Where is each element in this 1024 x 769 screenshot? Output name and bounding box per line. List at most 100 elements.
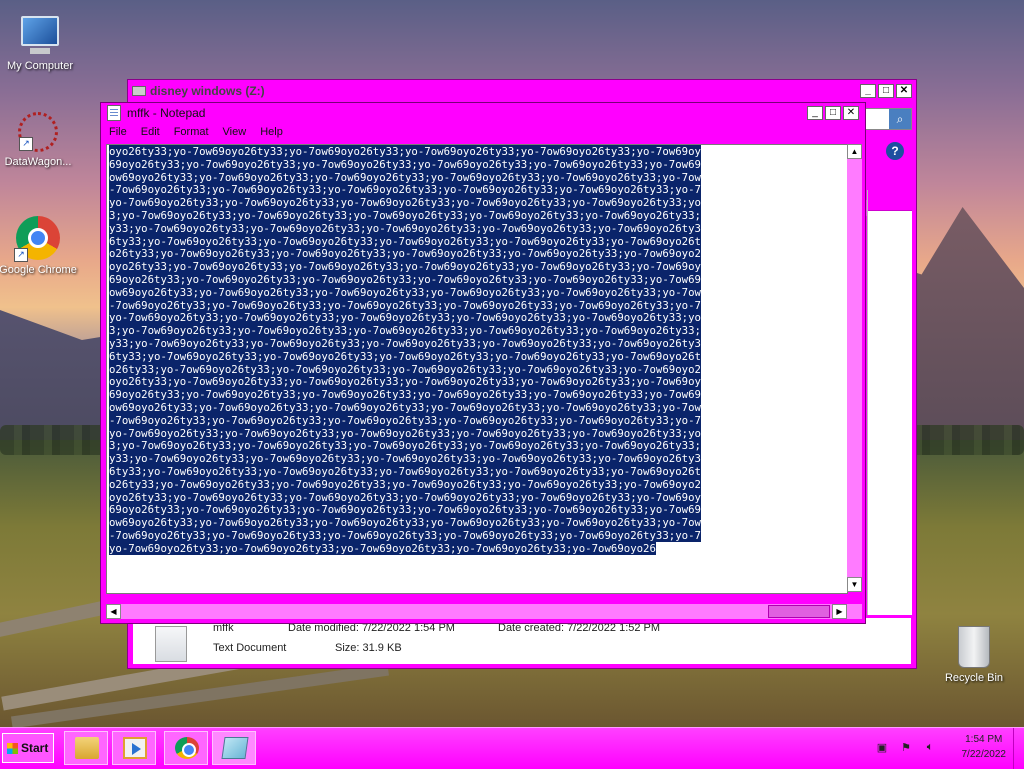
menu-help[interactable]: Help [260,126,283,138]
desktop-icon-my-computer[interactable]: My Computer [0,8,80,72]
volume-icon[interactable]: 🔈︎ [922,741,938,755]
editor-line: -7ow69oyo26ty33;yo-7ow69oyo26ty33;yo-7ow… [109,298,701,312]
datawagon-icon: ↗ [18,112,58,152]
editor-line: oyo26ty33;yo-7ow69oyo26ty33;yo-7ow69oyo2… [109,260,701,274]
details-size: Size: 31.9 KB [335,642,402,654]
desktop-icon-recycle-bin[interactable]: Recycle Bin [934,626,1014,684]
media-player-icon [123,737,147,759]
editor-line: oyo26ty33;yo-7ow69oyo26ty33;yo-7ow69oyo2… [109,375,701,389]
desktop-icon-label: My Computer [6,60,74,72]
notepad-icon [221,737,249,759]
show-desktop-button[interactable] [1013,728,1024,769]
size-grip[interactable] [847,604,862,619]
explorer-search-input[interactable]: ⌕ [864,108,912,130]
explorer-title: disney windows (Z:) [150,84,265,98]
folder-icon [75,737,99,759]
editor-line: y33;yo-7ow69oyo26ty33;yo-7ow69oyo26ty33;… [109,221,701,235]
desktop-icon-label: Recycle Bin [944,672,1004,684]
menu-edit[interactable]: Edit [141,126,160,138]
editor-line: o26ty33;yo-7ow69oyo26ty33;yo-7ow69oyo26t… [109,477,701,491]
start-button[interactable]: Start [2,733,54,763]
text-editor[interactable]: oyo26ty33;yo-7ow69oyo26ty33;yo-7ow69oyo2… [106,144,848,594]
taskbar-chrome-button[interactable] [164,731,208,765]
editor-line: ow69oyo26ty33;yo-7ow69oyo26ty33;yo-7ow69… [109,400,701,414]
menubar: File Edit Format View Help [101,123,865,141]
notepad-icon [107,105,121,121]
clock[interactable]: 1:54 PM 7/22/2022 [962,732,1007,762]
scroll-left-button[interactable]: ◀ [106,604,121,619]
desktop-icon-google-chrome[interactable]: ↗ Google Chrome [0,216,78,276]
editor-line: yo-7ow69oyo26ty33;yo-7ow69oyo26ty33;yo-7… [109,541,656,555]
scroll-down-button[interactable]: ▼ [847,577,862,592]
explorer-file-pane[interactable] [867,190,912,615]
editor-line: 69oyo26ty33;yo-7ow69oyo26ty33;yo-7ow69oy… [109,272,701,286]
editor-line: yo-7ow69oyo26ty33;yo-7ow69oyo26ty33;yo-7… [109,196,701,210]
taskbar-explorer-button[interactable] [64,731,108,765]
horizontal-scroll-thumb[interactable] [768,605,830,618]
desktop-icon-label: Google Chrome [0,264,77,276]
taskbar-notepad-button[interactable] [212,731,256,765]
explorer-titlebar[interactable]: disney windows (Z:) _ □ ✕ [128,80,916,102]
editor-line: y33;yo-7ow69oyo26ty33;yo-7ow69oyo26ty33;… [109,452,701,466]
editor-line: 69oyo26ty33;yo-7ow69oyo26ty33;yo-7ow69oy… [109,503,701,517]
action-center-flag-icon[interactable]: ⚑ [898,741,914,755]
editor-line: o26ty33;yo-7ow69oyo26ty33;yo-7ow69oyo26t… [109,362,701,376]
editor-content[interactable]: oyo26ty33;yo-7ow69oyo26ty33;yo-7ow69oyo2… [107,145,847,557]
network-icon[interactable]: ▣ [874,741,890,755]
shortcut-arrow-icon: ↗ [14,248,28,262]
menu-format[interactable]: Format [174,126,209,138]
editor-line: yo-7ow69oyo26ty33;yo-7ow69oyo26ty33;yo-7… [109,426,701,440]
help-icon[interactable]: ? [886,142,904,160]
editor-line: -7ow69oyo26ty33;yo-7ow69oyo26ty33;yo-7ow… [109,183,701,197]
notepad-window[interactable]: mffk - Notepad _ □ ✕ File Edit Format Vi… [100,102,866,624]
clock-date: 7/22/2022 [961,749,1007,760]
editor-line: 3;yo-7ow69oyo26ty33;yo-7ow69oyo26ty33;yo… [109,324,701,338]
editor-line: o26ty33;yo-7ow69oyo26ty33;yo-7ow69oyo26t… [109,247,701,261]
editor-line: ow69oyo26ty33;yo-7ow69oyo26ty33;yo-7ow69… [109,285,701,299]
clock-time: 1:54 PM [965,734,1003,745]
editor-line: ow69oyo26ty33;yo-7ow69oyo26ty33;yo-7ow69… [109,170,701,184]
vertical-scrollbar[interactable]: ▲ ▼ [847,144,862,592]
scroll-right-button[interactable]: ▶ [832,604,847,619]
editor-line: -7ow69oyo26ty33;yo-7ow69oyo26ty33;yo-7ow… [109,413,701,427]
system-tray: ▣ ⚑ 🔈︎ 1:54 PM 7/22/2022 [864,728,1024,769]
editor-line: oyo26ty33;yo-7ow69oyo26ty33;yo-7ow69oyo2… [109,145,701,158]
minimize-button[interactable]: _ [860,84,876,98]
editor-line: 6ty33;yo-7ow69oyo26ty33;yo-7ow69oyo26ty3… [109,234,701,248]
horizontal-scrollbar[interactable]: ◀ ▶ [106,604,847,619]
desktop-icon-datawagon[interactable]: ↗ DataWagon... [0,112,78,168]
monitor-stand [30,48,50,54]
search-icon[interactable]: ⌕ [889,109,911,129]
column-header[interactable] [868,190,912,211]
editor-line: 6ty33;yo-7ow69oyo26ty33;yo-7ow69oyo26ty3… [109,464,701,478]
editor-line: -7ow69oyo26ty33;yo-7ow69oyo26ty33;yo-7ow… [109,528,701,542]
chrome-icon: ↗ [14,216,60,262]
minimize-button[interactable]: _ [807,106,823,120]
editor-line: 69oyo26ty33;yo-7ow69oyo26ty33;yo-7ow69oy… [109,157,701,171]
close-button[interactable]: ✕ [896,84,912,98]
taskbar-media-player-button[interactable] [112,731,156,765]
taskbar: Start ▣ ⚑ 🔈︎ 1:54 PM 7/22/2022 [0,727,1024,769]
recycle-bin-icon [958,626,990,668]
notepad-title: mffk - Notepad [127,106,206,120]
maximize-button[interactable]: □ [878,84,894,98]
editor-line: y33;yo-7ow69oyo26ty33;yo-7ow69oyo26ty33;… [109,336,701,350]
text-document-icon [155,626,187,662]
my-computer-icon [21,16,59,46]
desktop-icon-label: DataWagon... [4,156,72,168]
shortcut-arrow-icon: ↗ [19,137,33,151]
editor-line: 3;yo-7ow69oyo26ty33;yo-7ow69oyo26ty33;yo… [109,208,701,222]
editor-line: 6ty33;yo-7ow69oyo26ty33;yo-7ow69oyo26ty3… [109,349,701,363]
drive-icon [132,86,146,96]
chrome-icon [175,737,199,759]
maximize-button[interactable]: □ [825,106,841,120]
details-pane: mffk Text Document Date modified: 7/22/2… [133,618,911,664]
editor-line: yo-7ow69oyo26ty33;yo-7ow69oyo26ty33;yo-7… [109,311,701,325]
notepad-titlebar[interactable]: mffk - Notepad _ □ ✕ [101,103,865,123]
editor-line: ow69oyo26ty33;yo-7ow69oyo26ty33;yo-7ow69… [109,516,701,530]
menu-view[interactable]: View [223,126,247,138]
close-button[interactable]: ✕ [843,106,859,120]
menu-file[interactable]: File [109,126,127,138]
editor-line: 3;yo-7ow69oyo26ty33;yo-7ow69oyo26ty33;yo… [109,439,701,453]
scroll-up-button[interactable]: ▲ [847,144,862,159]
